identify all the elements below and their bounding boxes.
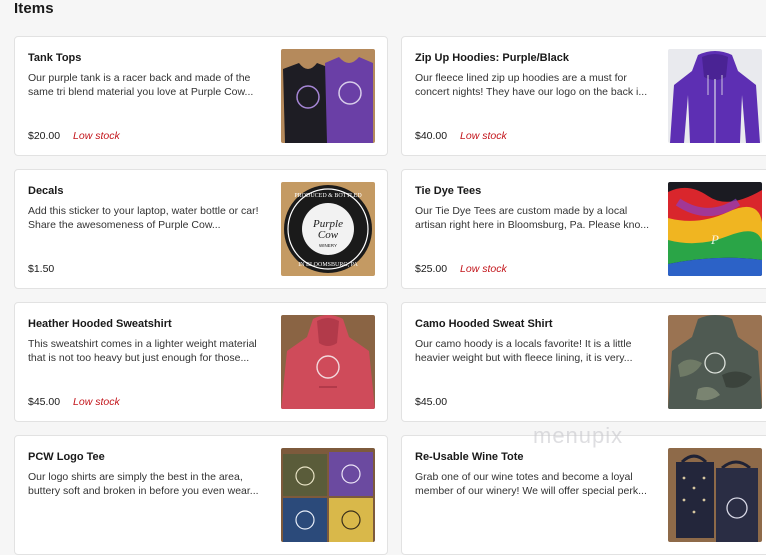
item-card-re-usable-wine-tote[interactable]: Re-Usable Wine Tote Grab one of our wine… — [401, 435, 766, 555]
item-description: Our purple tank is a racer back and made… — [28, 72, 254, 98]
item-name: PCW Logo Tee — [28, 451, 105, 463]
tank-tops-photo — [281, 49, 375, 143]
item-footer: $1.50 — [28, 263, 64, 275]
section-title: Items — [14, 0, 54, 17]
decal-top-text: PRODUCED & BOTTLED — [294, 193, 362, 199]
item-footer: $45.00 — [415, 396, 457, 408]
item-description: Our logo shirts are simply the best in t… — [28, 471, 259, 497]
low-stock-badge: Low stock — [460, 130, 507, 142]
low-stock-badge: Low stock — [460, 263, 507, 275]
item-description: Our Tie Dye Tees are custom made by a lo… — [415, 205, 650, 231]
item-description: Our camo hoody is a locals favorite! It … — [415, 338, 633, 364]
item-name: Re-Usable Wine Tote — [415, 451, 524, 463]
item-name: Heather Hooded Sweatshirt — [28, 318, 172, 330]
item-footer: $45.00 Low stock — [28, 396, 120, 408]
item-footer: $20.00 Low stock — [28, 130, 120, 142]
item-card-zip-up-hoodies[interactable]: Zip Up Hoodies: Purple/Black Our fleece … — [401, 36, 766, 156]
item-name: Tank Tops — [28, 52, 82, 64]
heather-hoodie-photo — [281, 315, 375, 409]
item-card-pcw-logo-tee[interactable]: PCW Logo Tee Our logo shirts are simply … — [14, 435, 388, 555]
item-card-tank-tops[interactable]: Tank Tops Our purple tank is a racer bac… — [14, 36, 388, 156]
item-name: Tie Dye Tees — [415, 185, 482, 197]
item-price: $45.00 — [415, 396, 448, 408]
item-description: Our fleece lined zip up hoodies are a mu… — [415, 72, 648, 98]
tie-dye-photo: P — [668, 182, 762, 276]
item-description: Grab one of our wine totes and become a … — [415, 471, 647, 497]
item-name: Decals — [28, 185, 64, 197]
decal-photo: PRODUCED & BOTTLED Purple Cow WINERY IN … — [281, 182, 375, 276]
item-price: $45.00 — [28, 396, 61, 408]
item-footer: $25.00 Low stock — [415, 263, 507, 275]
decal-bottom-text: IN BLOOMSBURG, PA — [298, 262, 358, 268]
zip-hoodie-photo — [668, 49, 762, 143]
item-description: This sweatshirt comes in a lighter weigh… — [28, 338, 257, 364]
item-price: $40.00 — [415, 130, 448, 142]
low-stock-badge: Low stock — [73, 130, 120, 142]
item-card-decals[interactable]: Decals Add this sticker to your laptop, … — [14, 169, 388, 289]
item-description: Add this sticker to your laptop, water b… — [28, 205, 259, 231]
logo-tee-photo — [281, 448, 375, 542]
wine-tote-photo — [668, 448, 762, 542]
item-card-tie-dye-tees[interactable]: Tie Dye Tees Our Tie Dye Tees are custom… — [401, 169, 766, 289]
items-grid: Tank Tops Our purple tank is a racer bac… — [14, 36, 766, 555]
item-name: Zip Up Hoodies: Purple/Black — [415, 52, 570, 64]
camo-hoodie-photo — [668, 315, 762, 409]
item-price: $25.00 — [415, 263, 448, 275]
item-footer: $40.00 Low stock — [415, 130, 507, 142]
decal-winery-text: WINERY — [319, 243, 337, 248]
item-card-camo-hooded-sweat-shirt[interactable]: Camo Hooded Sweat Shirt Our camo hoody i… — [401, 302, 766, 422]
item-card-heather-hooded-sweatshirt[interactable]: Heather Hooded Sweatshirt This sweatshir… — [14, 302, 388, 422]
decal-brand-line-2: Cow — [318, 229, 339, 241]
item-price: $20.00 — [28, 130, 61, 142]
item-price: $1.50 — [28, 263, 55, 275]
low-stock-badge: Low stock — [73, 396, 120, 408]
svg-text:P: P — [710, 232, 719, 247]
item-name: Camo Hooded Sweat Shirt — [415, 318, 553, 330]
